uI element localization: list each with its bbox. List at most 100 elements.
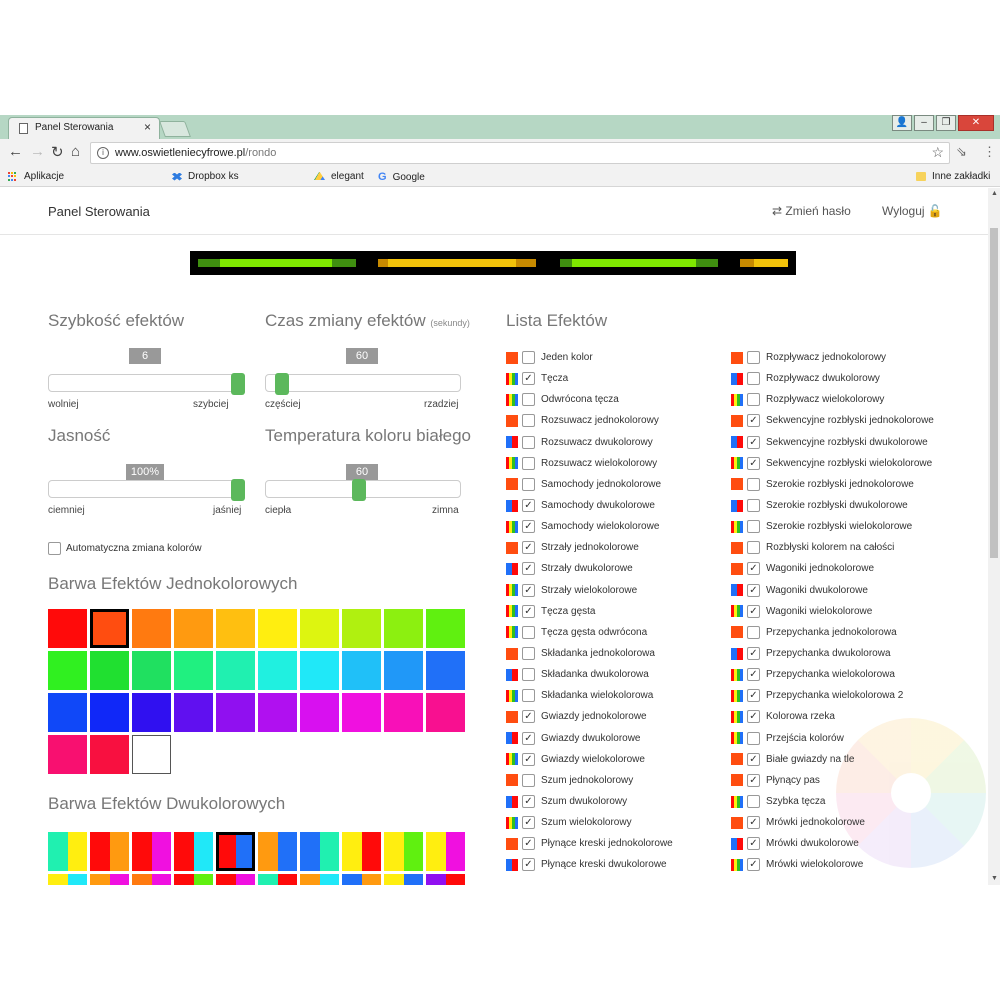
- duo-color-swatch[interactable]: [48, 874, 87, 885]
- bookmark-star-icon[interactable]: ☆: [931, 144, 944, 161]
- effect-row[interactable]: Rozsuwacz wielokolorowy: [506, 453, 673, 474]
- effect-checkbox[interactable]: [522, 625, 535, 639]
- duo-color-swatch[interactable]: [174, 874, 213, 885]
- effect-row[interactable]: Rozbłyski kolorem na całości: [731, 537, 934, 558]
- duo-color-swatch[interactable]: [384, 874, 423, 885]
- effect-checkbox[interactable]: ✓: [522, 731, 535, 745]
- scrollbar-thumb[interactable]: [990, 228, 998, 558]
- duo-color-swatch[interactable]: [90, 874, 129, 885]
- duo-color-swatch[interactable]: [342, 874, 381, 885]
- duo-color-swatch[interactable]: [258, 832, 297, 871]
- bookmark-dropbox[interactable]: Dropbox ks: [172, 171, 239, 182]
- temperature-slider-handle[interactable]: [351, 479, 366, 501]
- effect-checkbox[interactable]: [522, 414, 535, 428]
- effect-checkbox[interactable]: ✓: [522, 541, 535, 555]
- effect-row[interactable]: ✓ Tęcza gęsta: [506, 601, 673, 622]
- effect-checkbox[interactable]: ✓: [747, 414, 760, 428]
- effect-row[interactable]: ✓ Kolorowa rzeka: [731, 706, 934, 727]
- effect-row[interactable]: Odwrócona tęcza: [506, 389, 673, 410]
- duo-color-swatch[interactable]: [300, 874, 339, 885]
- effect-checkbox[interactable]: ✓: [747, 435, 760, 449]
- effect-row[interactable]: ✓ Sekwencyjne rozbłyski jednokolorowe: [731, 410, 934, 431]
- temperature-slider[interactable]: [265, 479, 461, 501]
- mono-color-swatch[interactable]: [342, 693, 381, 732]
- effect-row[interactable]: Jeden kolor: [506, 347, 673, 368]
- effect-checkbox[interactable]: ✓: [522, 372, 535, 386]
- logout-link[interactable]: Wyloguj 🔓: [882, 204, 943, 218]
- effect-checkbox[interactable]: [522, 456, 535, 470]
- effect-row[interactable]: Samochody jednokolorowe: [506, 474, 673, 495]
- effect-checkbox[interactable]: [747, 477, 760, 491]
- effect-row[interactable]: Rozpływacz dwukolorowy: [731, 368, 934, 389]
- effect-checkbox[interactable]: [747, 372, 760, 386]
- duo-color-swatch[interactable]: [258, 874, 297, 885]
- mono-color-swatch[interactable]: [426, 609, 465, 648]
- effect-row[interactable]: Szerokie rozbłyski wielokolorowe: [731, 516, 934, 537]
- scroll-down-icon[interactable]: ▼: [991, 875, 998, 882]
- menu-icon[interactable]: ⋮: [983, 144, 996, 160]
- effect-checkbox[interactable]: ✓: [522, 499, 535, 513]
- effect-row[interactable]: Rozpływacz jednokolorowy: [731, 347, 934, 368]
- effect-row[interactable]: Przepychanka jednokolorowa: [731, 622, 934, 643]
- effect-checkbox[interactable]: ✓: [747, 647, 760, 661]
- effect-row[interactable]: ✓ Strzały jednokolorowe: [506, 537, 673, 558]
- mono-color-swatch[interactable]: [426, 651, 465, 690]
- effect-row[interactable]: Szerokie rozbłyski jednokolorowe: [731, 474, 934, 495]
- effect-row[interactable]: ✓ Mrówki dwukolorowe: [731, 833, 934, 854]
- effect-checkbox[interactable]: ✓: [747, 858, 760, 872]
- duo-color-swatch[interactable]: [216, 874, 255, 885]
- mono-color-swatch[interactable]: [384, 609, 423, 648]
- mono-color-swatch[interactable]: [216, 609, 255, 648]
- effect-checkbox[interactable]: [747, 520, 760, 534]
- effect-checkbox[interactable]: [747, 731, 760, 745]
- mono-color-swatch[interactable]: [174, 609, 213, 648]
- effect-checkbox[interactable]: ✓: [747, 668, 760, 682]
- effect-row[interactable]: ✓ Wagoniki dwukolorowe: [731, 580, 934, 601]
- auto-color-row[interactable]: Automatyczna zmiana kolorów: [48, 542, 202, 555]
- effect-checkbox[interactable]: ✓: [522, 837, 535, 851]
- effect-checkbox[interactable]: [522, 647, 535, 661]
- speed-slider[interactable]: [48, 373, 245, 395]
- effect-row[interactable]: Rozsuwacz dwukolorowy: [506, 432, 673, 453]
- effect-row[interactable]: ✓ Szum wielokolorowy: [506, 812, 673, 833]
- effect-checkbox[interactable]: [522, 689, 535, 703]
- effect-checkbox[interactable]: ✓: [522, 795, 535, 809]
- info-icon[interactable]: i: [97, 147, 109, 159]
- bookmark-google[interactable]: G Google: [378, 171, 425, 183]
- effect-row[interactable]: ✓ Przepychanka dwukolorowa: [731, 643, 934, 664]
- effect-checkbox[interactable]: ✓: [522, 520, 535, 534]
- effect-checkbox[interactable]: [522, 773, 535, 787]
- effect-checkbox[interactable]: [747, 795, 760, 809]
- mono-color-swatch[interactable]: [90, 609, 129, 648]
- effect-checkbox[interactable]: [522, 668, 535, 682]
- effect-row[interactable]: ✓ Samochody wielokolorowe: [506, 516, 673, 537]
- effect-checkbox[interactable]: ✓: [522, 604, 535, 618]
- effect-row[interactable]: Przejścia kolorów: [731, 728, 934, 749]
- effect-row[interactable]: Szerokie rozbłyski dwukolorowe: [731, 495, 934, 516]
- page-scrollbar[interactable]: ▲ ▼: [988, 188, 1000, 885]
- effect-row[interactable]: ✓ Przepychanka wielokolorowa 2: [731, 685, 934, 706]
- effect-checkbox[interactable]: ✓: [522, 562, 535, 576]
- effect-checkbox[interactable]: ✓: [522, 816, 535, 830]
- effect-row[interactable]: Szum jednokolorowy: [506, 770, 673, 791]
- effect-row[interactable]: ✓ Wagoniki jednokolorowe: [731, 558, 934, 579]
- back-icon[interactable]: ←: [8, 143, 23, 160]
- speed-slider-handle[interactable]: [231, 373, 245, 395]
- mono-color-swatch[interactable]: [342, 609, 381, 648]
- url-text[interactable]: www.oswietleniecyfrowe.pl/rondo: [115, 147, 276, 159]
- effect-checkbox[interactable]: [747, 351, 760, 365]
- maximize-icon[interactable]: ❐: [936, 115, 956, 131]
- effect-checkbox[interactable]: ✓: [747, 752, 760, 766]
- new-tab-button[interactable]: [159, 121, 191, 137]
- mono-color-swatch[interactable]: [384, 651, 423, 690]
- effect-checkbox[interactable]: [522, 393, 535, 407]
- mono-color-swatch[interactable]: [174, 651, 213, 690]
- mono-color-swatch[interactable]: [384, 693, 423, 732]
- mono-color-swatch[interactable]: [174, 693, 213, 732]
- effect-row[interactable]: ✓ Gwiazdy jednokolorowe: [506, 706, 673, 727]
- effect-checkbox[interactable]: ✓: [522, 583, 535, 597]
- brightness-slider[interactable]: [48, 479, 245, 501]
- brightness-slider-handle[interactable]: [231, 479, 245, 501]
- effect-row[interactable]: ✓ Szum dwukolorowy: [506, 791, 673, 812]
- duo-color-swatch[interactable]: [174, 832, 213, 871]
